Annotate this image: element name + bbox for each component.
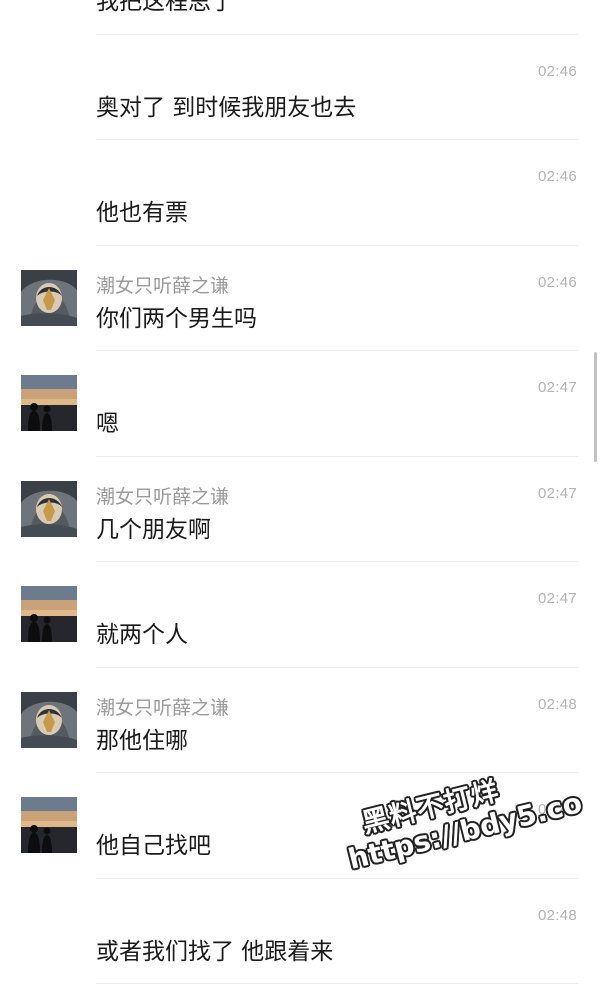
girl-avatar[interactable] [21,480,77,537]
message-text: 嗯 [96,411,119,437]
message-text: 他自己找吧 [96,833,211,859]
message-time: 02:46 [537,273,577,291]
girl-avatar[interactable] [21,269,77,326]
message-text: 奥对了 到时候我朋友也去 [96,94,357,121]
message-time: 02:47 [537,379,577,396]
sunset-avatar-image [21,375,77,431]
girl-avatar[interactable] [21,691,77,748]
message-row[interactable]: 02:47 就两个人 [0,562,600,668]
message-divider [96,983,578,984]
sunset-avatar[interactable] [21,586,77,642]
message-row[interactable]: 02:46 他也有票 [0,140,600,246]
message-time: 02:46 [537,62,577,80]
message-time: 02:47 [537,590,577,607]
message-row[interactable]: 02:48 潮女只听薛之谦 那他住哪 [0,668,600,773]
message-text: 几个朋友啊 [96,516,211,543]
sunset-avatar-image [21,797,77,853]
message-text: 你们两个男生吗 [96,305,257,332]
message-row[interactable]: 02:48 或者我们找了 他跟着来 [0,879,600,984]
message-row[interactable]: 02:46 潮女只听薛之谦 你们两个男生吗 [0,246,600,351]
sender-name[interactable]: 潮女只听薛之谦 [96,693,229,720]
sunset-avatar[interactable] [21,375,77,431]
girl-avatar-image [21,269,77,326]
message-text: 我把这程思了 [96,0,234,15]
sender-name[interactable]: 潮女只听薛之谦 [96,271,229,298]
message-time: 02:48 [537,695,577,713]
message-row[interactable]: 02:47 嗯 [0,351,600,457]
message-row[interactable]: 02:46 奥对了 到时候我朋友也去 [0,35,600,140]
message-time: 02:46 [537,168,577,185]
message-row[interactable]: 02:47 潮女只听薛之谦 几个朋友啊 [0,457,600,562]
message-row[interactable]: 我把这程思了 [0,0,600,35]
message-time: 02:48 [537,906,577,924]
girl-avatar-image [21,480,77,537]
message-text: 就两个人 [96,622,188,648]
sunset-avatar[interactable] [21,797,77,853]
message-time: 02:47 [537,484,577,502]
sunset-avatar-image [21,586,77,642]
message-text: 或者我们找了 他跟着来 [96,938,334,965]
message-text: 那他住哪 [96,727,188,754]
girl-avatar-image [21,691,77,748]
message-text: 他也有票 [96,200,188,226]
scrollbar[interactable] [594,352,597,462]
sender-name[interactable]: 潮女只听薛之谦 [96,482,229,509]
